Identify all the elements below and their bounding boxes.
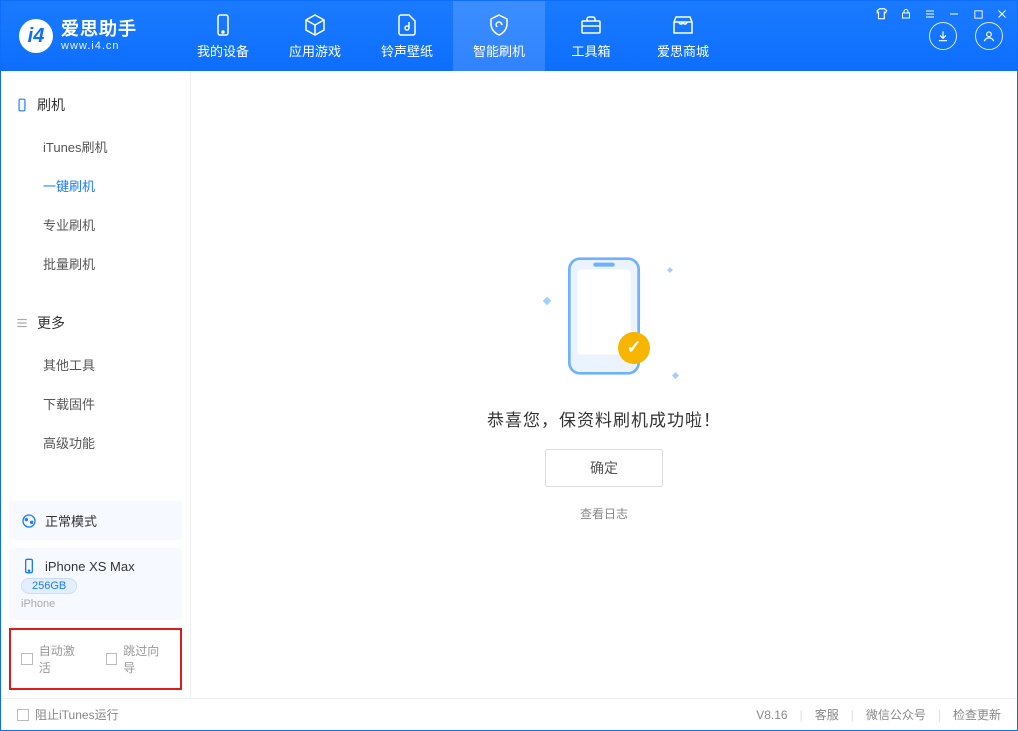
divider: | xyxy=(851,708,854,722)
sidebar-item-other-tools[interactable]: 其他工具 xyxy=(1,345,190,384)
music-file-icon xyxy=(395,13,419,37)
device-name: iPhone XS Max xyxy=(45,559,135,574)
nav-label: 铃声壁纸 xyxy=(381,41,433,60)
toolbox-icon xyxy=(579,13,603,37)
checkbox-icon xyxy=(21,653,33,665)
nav-label: 应用游戏 xyxy=(289,41,341,60)
menu-icon[interactable] xyxy=(923,7,937,21)
lock-icon[interactable] xyxy=(899,7,913,21)
download-icon xyxy=(936,29,950,43)
sidebar-heading-more: 更多 xyxy=(1,307,190,339)
refresh-shield-icon xyxy=(487,13,511,37)
nav-apps-games[interactable]: 应用游戏 xyxy=(269,1,361,71)
section-title: 更多 xyxy=(37,313,65,333)
sidebar-bottom: 正常模式 iPhone XS Max 256GB iPhone 自动激活 跳过向… xyxy=(1,493,190,698)
sidebar-item-advanced[interactable]: 高级功能 xyxy=(1,423,190,462)
body: 刷机 iTunes刷机 一键刷机 专业刷机 批量刷机 更多 其他工具 下载固件 … xyxy=(1,71,1017,698)
checkbox-block-itunes[interactable]: 阻止iTunes运行 xyxy=(17,706,119,723)
nav-ringtone-wallpaper[interactable]: 铃声壁纸 xyxy=(361,1,453,71)
success-message: 恭喜您，保资料刷机成功啦！ xyxy=(487,406,721,431)
app-logo[interactable]: i4 爱思助手 www.i4.cn xyxy=(19,19,137,53)
minimize-icon[interactable] xyxy=(947,7,961,21)
sidebar-item-one-click-flash[interactable]: 一键刷机 xyxy=(1,166,190,205)
logo-icon: i4 xyxy=(19,19,53,53)
download-button[interactable] xyxy=(929,22,957,50)
divider: | xyxy=(800,708,803,722)
checkbox-label: 自动激活 xyxy=(39,642,86,676)
store-icon xyxy=(671,13,695,37)
view-log-link[interactable]: 查看日志 xyxy=(580,505,628,522)
logo-text: 爱思助手 www.i4.cn xyxy=(61,20,137,52)
sidebar-item-download-firmware[interactable]: 下载固件 xyxy=(1,384,190,423)
header-right xyxy=(929,22,1003,50)
mode-card[interactable]: 正常模式 xyxy=(9,501,182,540)
section-title: 刷机 xyxy=(37,95,65,115)
mode-icon xyxy=(21,513,37,529)
success-illustration: ✓ xyxy=(544,248,664,388)
options-highlight-box: 自动激活 跳过向导 xyxy=(9,628,182,690)
nav-store[interactable]: 爱思商城 xyxy=(637,1,729,71)
list-icon xyxy=(15,316,29,330)
device-icon xyxy=(211,13,235,37)
checkbox-label: 阻止iTunes运行 xyxy=(35,706,119,723)
footer-bar: 阻止iTunes运行 V8.16 | 客服 | 微信公众号 | 检查更新 xyxy=(1,698,1017,730)
app-url: www.i4.cn xyxy=(61,40,137,52)
device-capacity: 256GB xyxy=(21,578,77,594)
checkbox-icon xyxy=(17,709,29,721)
checkbox-auto-activate[interactable]: 自动激活 xyxy=(21,642,86,676)
checkbox-label: 跳过向导 xyxy=(123,642,170,676)
device-card[interactable]: iPhone XS Max 256GB iPhone xyxy=(9,548,182,620)
nav-my-device[interactable]: 我的设备 xyxy=(177,1,269,71)
main-content: ✓ 恭喜您，保资料刷机成功啦！ 确定 查看日志 xyxy=(191,71,1017,698)
top-nav: 我的设备 应用游戏 铃声壁纸 智能刷机 工具箱 爱思商城 xyxy=(177,1,729,71)
sidebar-item-pro-flash[interactable]: 专业刷机 xyxy=(1,205,190,244)
window-sys-controls xyxy=(875,7,1009,21)
nav-smart-flash[interactable]: 智能刷机 xyxy=(453,1,545,71)
sidebar-heading-flash: 刷机 xyxy=(1,89,190,121)
checkbox-skip-guide[interactable]: 跳过向导 xyxy=(106,642,171,676)
tshirt-icon[interactable] xyxy=(875,7,889,21)
divider: | xyxy=(938,708,941,722)
nav-label: 工具箱 xyxy=(571,41,610,60)
nav-toolbox[interactable]: 工具箱 xyxy=(545,1,637,71)
sparkle-icon xyxy=(672,371,679,378)
sidebar-item-itunes-flash[interactable]: iTunes刷机 xyxy=(1,127,190,166)
check-update-link[interactable]: 检查更新 xyxy=(953,706,1001,723)
sidebar-list-more: 其他工具 下载固件 高级功能 xyxy=(1,339,190,468)
version-label: V8.16 xyxy=(756,708,787,722)
sidebar-section-more: 更多 其他工具 下载固件 高级功能 xyxy=(1,289,190,468)
header-bar: i4 爱思助手 www.i4.cn 我的设备 应用游戏 铃声壁纸 智能刷机 xyxy=(1,1,1017,71)
nav-label: 智能刷机 xyxy=(473,41,525,60)
sparkle-icon xyxy=(667,267,673,273)
user-icon xyxy=(982,29,996,43)
sidebar: 刷机 iTunes刷机 一键刷机 专业刷机 批量刷机 更多 其他工具 下载固件 … xyxy=(1,71,191,698)
sparkle-icon xyxy=(543,296,551,304)
app-name: 爱思助手 xyxy=(61,20,137,40)
customer-service-link[interactable]: 客服 xyxy=(815,706,839,723)
phone-icon xyxy=(15,98,29,112)
device-type: iPhone xyxy=(21,598,170,610)
wechat-link[interactable]: 微信公众号 xyxy=(866,706,926,723)
sidebar-section-flash: 刷机 iTunes刷机 一键刷机 专业刷机 批量刷机 xyxy=(1,71,190,289)
footer-right: V8.16 | 客服 | 微信公众号 | 检查更新 xyxy=(756,706,1001,723)
mode-label: 正常模式 xyxy=(45,511,97,530)
nav-label: 我的设备 xyxy=(197,41,249,60)
close-icon[interactable] xyxy=(995,7,1009,21)
sidebar-item-batch-flash[interactable]: 批量刷机 xyxy=(1,244,190,283)
ok-button[interactable]: 确定 xyxy=(545,449,663,487)
sidebar-list-flash: iTunes刷机 一键刷机 专业刷机 批量刷机 xyxy=(1,121,190,289)
device-phone-icon xyxy=(21,558,37,574)
nav-label: 爱思商城 xyxy=(657,41,709,60)
app-window: i4 爱思助手 www.i4.cn 我的设备 应用游戏 铃声壁纸 智能刷机 xyxy=(0,0,1018,731)
cube-icon xyxy=(303,13,327,37)
maximize-icon[interactable] xyxy=(971,7,985,21)
check-badge-icon: ✓ xyxy=(618,332,650,364)
checkbox-icon xyxy=(106,653,118,665)
account-button[interactable] xyxy=(975,22,1003,50)
